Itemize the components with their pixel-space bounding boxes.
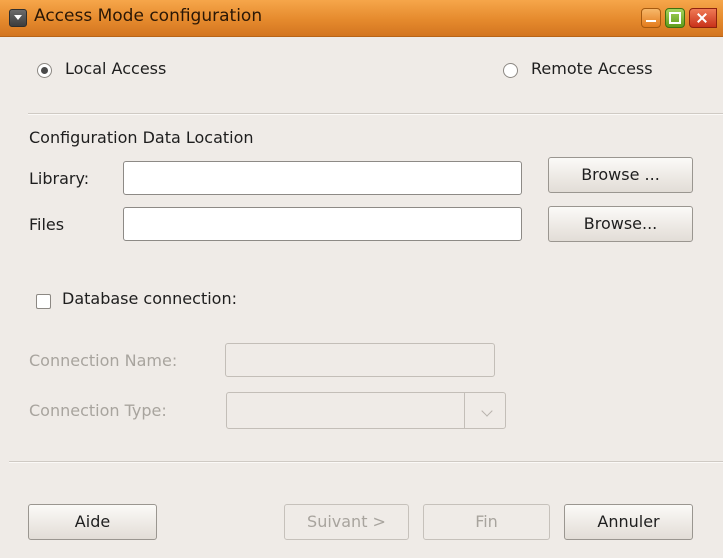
window-title: Access Mode configuration (34, 6, 263, 26)
files-input[interactable] (123, 207, 522, 241)
minimize-icon[interactable] (641, 8, 661, 28)
next-button[interactable]: Suivant > (284, 504, 409, 540)
library-label: Library: (29, 169, 90, 188)
finish-button[interactable]: Fin (423, 504, 550, 540)
browse-files-button[interactable]: Browse... (548, 206, 693, 242)
database-connection-checkbox[interactable] (36, 294, 51, 309)
local-access-label[interactable]: Local Access (65, 59, 166, 78)
chevron-down-icon[interactable] (481, 405, 493, 417)
connection-name-input[interactable] (225, 343, 495, 377)
database-connection-label[interactable]: Database connection: (62, 289, 237, 308)
connection-type-label: Connection Type: (29, 401, 167, 420)
section-title: Configuration Data Location (29, 128, 254, 147)
local-access-radio[interactable] (37, 63, 52, 78)
window-menu-icon[interactable] (9, 9, 27, 27)
footer-separator (9, 461, 723, 463)
connection-type-select[interactable] (226, 392, 506, 429)
maximize-icon[interactable] (665, 8, 685, 28)
help-button[interactable]: Aide (28, 504, 157, 540)
cancel-button[interactable]: Annuler (564, 504, 693, 540)
library-input[interactable] (123, 161, 522, 195)
remote-access-radio[interactable] (503, 63, 518, 78)
separator (28, 113, 723, 115)
remote-access-label[interactable]: Remote Access (531, 59, 653, 78)
combo-divider (464, 393, 465, 428)
title-bar[interactable]: Access Mode configuration (0, 0, 723, 37)
files-label: Files (29, 215, 65, 234)
browse-library-button[interactable]: Browse ... (548, 157, 693, 193)
close-icon[interactable] (689, 8, 717, 28)
connection-name-label: Connection Name: (29, 351, 178, 370)
